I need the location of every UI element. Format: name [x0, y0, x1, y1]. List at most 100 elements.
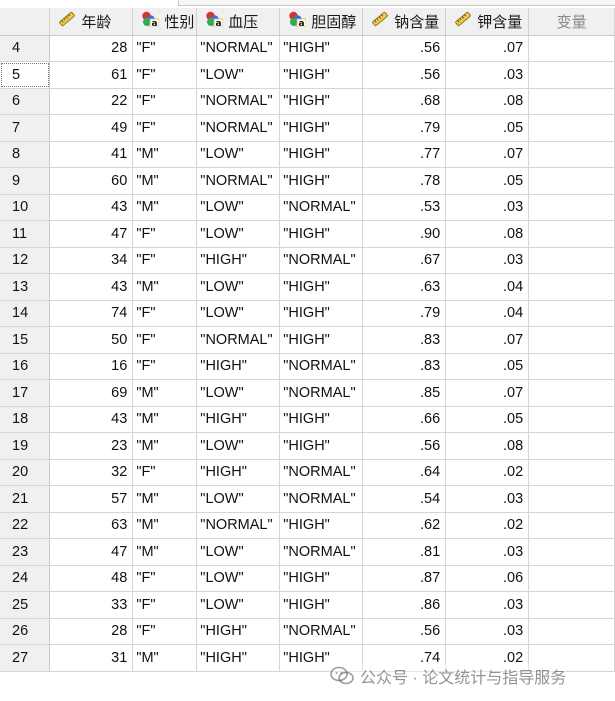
cell-age[interactable]: 28: [49, 618, 134, 645]
cell-potassium[interactable]: .03: [445, 591, 530, 619]
cell-age[interactable]: 32: [49, 459, 134, 486]
cell-sodium[interactable]: .56: [362, 35, 447, 62]
cell-potassium[interactable]: .07: [445, 326, 530, 354]
cell-age[interactable]: 50: [49, 326, 134, 354]
cell-bp[interactable]: "HIGH": [196, 353, 281, 380]
cell-age[interactable]: 47: [49, 220, 134, 248]
cell-sex[interactable]: "M": [132, 406, 198, 433]
cell-age[interactable]: 61: [49, 61, 134, 89]
cell-empty[interactable]: [528, 618, 615, 645]
cell-cholesterol[interactable]: "HIGH": [279, 88, 364, 115]
cell-age[interactable]: 69: [49, 379, 134, 407]
cell-bp[interactable]: "LOW": [196, 61, 281, 89]
cell-sex[interactable]: "F": [132, 114, 198, 142]
cell-empty[interactable]: [528, 353, 615, 380]
cell-potassium[interactable]: .08: [445, 88, 530, 115]
cell-cholesterol[interactable]: "HIGH": [279, 591, 364, 619]
cell-empty[interactable]: [528, 326, 615, 354]
cell-sodium[interactable]: .53: [362, 194, 447, 221]
cell-sodium[interactable]: .64: [362, 459, 447, 486]
cell-age[interactable]: 23: [49, 432, 134, 460]
cell-potassium[interactable]: .08: [445, 220, 530, 248]
row-number[interactable]: 26: [0, 618, 51, 645]
cell-bp[interactable]: "LOW": [196, 432, 281, 460]
row-number[interactable]: 16: [0, 353, 51, 380]
cell-potassium[interactable]: .02: [445, 512, 530, 539]
cell-age[interactable]: 60: [49, 167, 134, 195]
cell-empty[interactable]: [528, 432, 615, 460]
cell-empty[interactable]: [528, 459, 615, 486]
cell-sodium[interactable]: .79: [362, 300, 447, 327]
row-number[interactable]: 9: [0, 167, 51, 195]
cell-empty[interactable]: [528, 273, 615, 301]
column-header[interactable]: 年龄: [49, 8, 134, 36]
row-number[interactable]: 11: [0, 220, 51, 248]
cell-potassium[interactable]: .04: [445, 273, 530, 301]
cell-bp[interactable]: "LOW": [196, 141, 281, 168]
cell-potassium[interactable]: .05: [445, 406, 530, 433]
cell-age[interactable]: 49: [49, 114, 134, 142]
cell-sodium[interactable]: .68: [362, 88, 447, 115]
cell-sex[interactable]: "F": [132, 459, 198, 486]
cell-age[interactable]: 28: [49, 35, 134, 62]
cell-cholesterol[interactable]: "HIGH": [279, 220, 364, 248]
cell-bp[interactable]: "NORMAL": [196, 88, 281, 115]
cell-sex[interactable]: "F": [132, 61, 198, 89]
cell-sodium[interactable]: .85: [362, 379, 447, 407]
cell-cholesterol[interactable]: "HIGH": [279, 114, 364, 142]
cell-bp[interactable]: "HIGH": [196, 618, 281, 645]
column-header-empty[interactable]: 变量: [528, 8, 615, 36]
cell-sodium[interactable]: .87: [362, 565, 447, 592]
cell-sodium[interactable]: .81: [362, 538, 447, 566]
cell-sex[interactable]: "M": [132, 194, 198, 221]
cell-cholesterol[interactable]: "HIGH": [279, 300, 364, 327]
cell-sex[interactable]: "F": [132, 353, 198, 380]
cell-sodium[interactable]: .83: [362, 353, 447, 380]
cell-cholesterol[interactable]: "NORMAL": [279, 353, 364, 380]
cell-sex[interactable]: "M": [132, 379, 198, 407]
cell-sex[interactable]: "F": [132, 326, 198, 354]
cell-empty[interactable]: [528, 247, 615, 274]
cell-empty[interactable]: [528, 538, 615, 566]
cell-sex[interactable]: "F": [132, 300, 198, 327]
cell-sodium[interactable]: .56: [362, 618, 447, 645]
cell-potassium[interactable]: .03: [445, 61, 530, 89]
cell-age[interactable]: 16: [49, 353, 134, 380]
cell-potassium[interactable]: .03: [445, 194, 530, 221]
cell-sex[interactable]: "M": [132, 485, 198, 513]
cell-sex[interactable]: "F": [132, 591, 198, 619]
cell-sex[interactable]: "F": [132, 565, 198, 592]
cell-age[interactable]: 43: [49, 194, 134, 221]
cell-cholesterol[interactable]: "NORMAL": [279, 459, 364, 486]
cell-potassium[interactable]: .05: [445, 114, 530, 142]
column-header[interactable]: a 性别: [132, 8, 198, 36]
cell-age[interactable]: 48: [49, 565, 134, 592]
cell-age[interactable]: 41: [49, 141, 134, 168]
cell-bp[interactable]: "LOW": [196, 273, 281, 301]
cell-empty[interactable]: [528, 194, 615, 221]
cell-sodium[interactable]: .63: [362, 273, 447, 301]
cell-age[interactable]: 22: [49, 88, 134, 115]
cell-empty[interactable]: [528, 565, 615, 592]
cell-cholesterol[interactable]: "HIGH": [279, 326, 364, 354]
cell-cholesterol[interactable]: "HIGH": [279, 35, 364, 62]
row-number[interactable]: 19: [0, 432, 51, 460]
row-number[interactable]: 10: [0, 194, 51, 221]
cell-empty[interactable]: [528, 61, 615, 89]
row-number[interactable]: 13: [0, 273, 51, 301]
cell-empty[interactable]: [528, 220, 615, 248]
cell-potassium[interactable]: .06: [445, 565, 530, 592]
cell-sex[interactable]: "M": [132, 644, 198, 672]
cell-empty[interactable]: [528, 141, 615, 168]
cell-sodium[interactable]: .79: [362, 114, 447, 142]
cell-age[interactable]: 43: [49, 273, 134, 301]
cell-bp[interactable]: "LOW": [196, 220, 281, 248]
row-number[interactable]: 7: [0, 114, 51, 142]
cell-cholesterol[interactable]: "HIGH": [279, 141, 364, 168]
cell-potassium[interactable]: .02: [445, 459, 530, 486]
cell-sodium[interactable]: .62: [362, 512, 447, 539]
column-header[interactable]: a 胆固醇: [279, 8, 364, 36]
cell-bp[interactable]: "LOW": [196, 194, 281, 221]
cell-cholesterol[interactable]: "NORMAL": [279, 538, 364, 566]
cell-sex[interactable]: "M": [132, 512, 198, 539]
